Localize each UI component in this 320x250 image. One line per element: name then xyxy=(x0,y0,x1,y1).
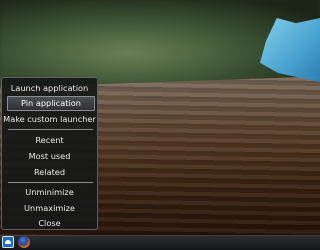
taskbar xyxy=(0,235,320,250)
menu-item-launch-application[interactable]: Launch application xyxy=(2,80,97,96)
menu-item-unminimize[interactable]: Unminimize xyxy=(2,184,97,200)
menu-item-related[interactable]: Related xyxy=(2,164,97,180)
menu-item-recent[interactable]: Recent xyxy=(2,132,97,148)
menu-item-unmaximize[interactable]: Unmaximize xyxy=(2,200,97,216)
dolphin-file-manager-icon[interactable] xyxy=(2,236,14,248)
task-context-menu: Launch application Pin application Make … xyxy=(1,77,98,230)
menu-separator xyxy=(8,182,93,183)
menu-item-make-custom-launcher[interactable]: Make custom launcher xyxy=(2,111,97,127)
menu-item-most-used[interactable]: Most used xyxy=(2,148,97,164)
menu-item-close[interactable]: Close xyxy=(2,215,97,231)
menu-item-pin-application[interactable]: Pin application xyxy=(7,96,95,111)
menu-separator xyxy=(8,129,93,130)
firefox-icon[interactable] xyxy=(18,236,30,248)
